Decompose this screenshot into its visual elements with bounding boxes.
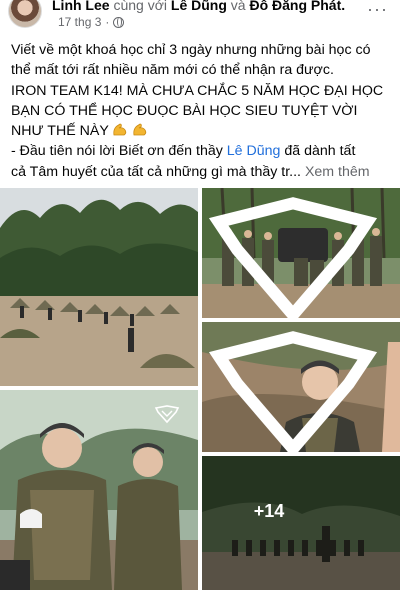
post-line: NHƯ THẾ NÀY (11, 123, 109, 140)
meta-dot: · (105, 15, 110, 29)
post-line: BẠN CÓ THỂ HỌC ĐUỌC BÀI HỌC SIEU TUYỆT V… (11, 102, 358, 119)
truncated-text: cả Tâm huyết của tất cả những gì mà thầy… (11, 163, 301, 180)
thanks-suffix: đã dành tất (284, 143, 356, 160)
see-more-link[interactable]: Xem thêm (305, 164, 370, 180)
post-date[interactable]: 17 thg 3 (58, 15, 101, 29)
post-header: Linh Lee cùng với Lê Dũng và Đỗ Đăng Phá… (0, 0, 400, 36)
flexed-biceps-icon (113, 123, 127, 136)
photo-team-vehicle[interactable] (202, 188, 400, 318)
photo-camp-group[interactable] (0, 188, 198, 386)
iron-team-logo-icon (154, 405, 180, 424)
and-word: và (230, 0, 246, 13)
post-body: Viết về một khoá học chỉ 3 ngày nhưng nh… (11, 40, 391, 182)
photo-more[interactable]: +14 (202, 456, 400, 590)
post-meta: 17 thg 3 · (58, 15, 125, 29)
more-options-icon[interactable]: ··· (367, 0, 388, 18)
tagged-user-2[interactable]: Đỗ Đăng Phát (249, 0, 341, 13)
photo-grid: +14 (0, 188, 400, 590)
camp-image (0, 188, 198, 386)
iron-team-logo-icon (208, 331, 378, 452)
with-word: cùng với (113, 0, 167, 13)
teacher-mention-link[interactable]: Lê Dũng (227, 143, 281, 159)
photo-trainee-portrait[interactable] (202, 322, 400, 452)
tagged-user-1[interactable]: Lê Dũng (171, 0, 227, 13)
author-name[interactable]: Linh Lee (52, 0, 110, 13)
avatar[interactable] (8, 0, 42, 28)
more-photos-count: +14 (253, 500, 285, 521)
photo-trainees[interactable] (0, 390, 198, 590)
post-author-line: Linh Lee cùng với Lê Dũng và Đỗ Đăng Phá… (52, 0, 372, 13)
more-photos-overlay[interactable]: +14 (202, 456, 400, 590)
post-line-with-emoji: NHƯ THẾ NÀY (11, 121, 391, 141)
globe-icon (113, 16, 125, 28)
iron-team-logo-icon (208, 197, 378, 318)
thanks-prefix: - Đầu tiên nói lời Biết ơn đến thầy (11, 143, 223, 160)
flexed-biceps-icon (133, 123, 147, 136)
post-line: thể mất tới rất nhiều năm mới có thể nhậ… (11, 62, 334, 79)
post-line: Viết về một khoá học chỉ 3 ngày nhưng nh… (11, 42, 371, 58)
thanks-line: - Đầu tiên nói lời Biết ơn đến thầy Lê D… (11, 141, 391, 161)
truncated-line: cả Tâm huyết của tất cả những gì mà thầy… (11, 162, 391, 182)
post-line: IRON TEAM K14! MÀ CHƯA CHẮC 5 NĂM HỌC ĐẠ… (11, 82, 384, 99)
